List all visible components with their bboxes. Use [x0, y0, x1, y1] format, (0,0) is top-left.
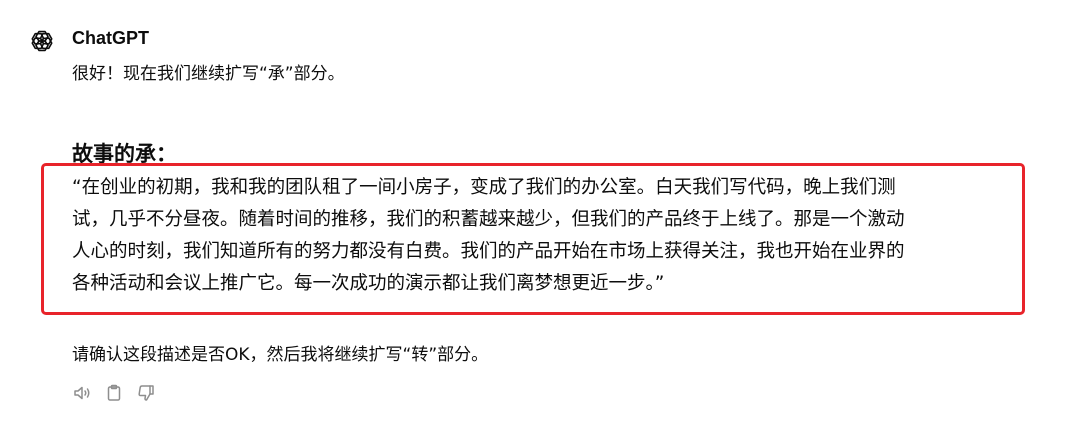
story-paragraph: “在创业的初期，我和我的团队租了一间小房子，变成了我们的办公室。白天我们写代码，… [72, 172, 1012, 300]
openai-logo-icon [31, 30, 53, 52]
speaker-icon [74, 386, 90, 400]
copy-icon [107, 384, 121, 401]
message-intro: 很好！现在我们继续扩写“承”部分。 [72, 64, 345, 84]
thumbs-down-icon [138, 385, 154, 401]
read-aloud-button[interactable] [72, 383, 92, 403]
story-line: “在创业的初期，我和我的团队租了一间小房子，变成了我们的办公室。白天我们写代码，… [72, 177, 896, 198]
story-line: 试，几乎不分昼夜。随着时间的推移，我们的积蓄越来越少，但我们的产品终于上线了。那… [72, 209, 905, 230]
message-author: ChatGPT [72, 28, 150, 48]
chatgpt-avatar [28, 27, 56, 55]
confirm-text: 请确认这段描述是否OK，然后我将继续扩写“转”部分。 [72, 345, 489, 365]
thumbs-down-button[interactable] [136, 383, 156, 403]
message-actions [72, 383, 156, 403]
story-line: 各种活动和会议上推广它。每一次成功的演示都让我们离梦想更近一步。” [72, 273, 665, 294]
story-line: 人心的时刻，我们知道所有的努力都没有白费。我们的产品开始在市场上获得关注，我也开… [72, 241, 905, 262]
copy-button[interactable] [104, 383, 124, 403]
